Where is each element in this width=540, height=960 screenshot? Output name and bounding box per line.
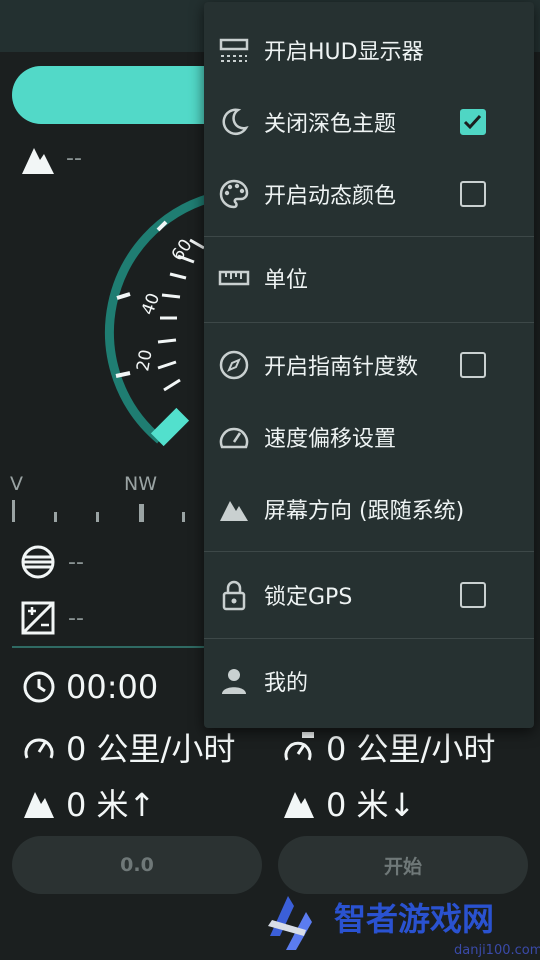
start-button-label: 开始 [383, 855, 422, 878]
hud-icon [218, 34, 250, 66]
speedometer-icon [218, 421, 250, 453]
menu-divider [204, 236, 534, 237]
stat-avg-speed: 0 公里/小时 [22, 724, 235, 770]
menu-item-profile[interactable]: 我的 [204, 645, 534, 717]
reset-button-label: 0.0 [120, 854, 154, 876]
stat-avg-speed-value: 0 公里/小时 [66, 730, 236, 768]
site-watermark: 智者游戏网 danji100.com [268, 896, 540, 958]
menu-item-units[interactable]: 单位 [204, 242, 534, 314]
globe-icon [21, 545, 55, 579]
stat-ascent-value: 0 米↑ [66, 786, 156, 824]
palette-icon [218, 178, 250, 210]
compass-degrees-checkbox[interactable] [460, 352, 486, 378]
start-button[interactable]: 开始 [278, 836, 528, 894]
menu-item-label: 单位 [264, 268, 309, 293]
clock-icon [23, 671, 55, 703]
menu-item-label: 开启HUD显示器 [264, 40, 424, 65]
menu-item-label: 关闭深色主题 [264, 112, 397, 137]
compass-strip: V NW [0, 470, 205, 530]
info-value: -- [68, 549, 84, 575]
menu-divider [204, 551, 534, 552]
stat-ascent: 0 米↑ [22, 780, 155, 826]
compass-label-west: V [10, 473, 23, 495]
stat-descent-value: 0 米↓ [326, 786, 416, 824]
stat-time: 00:00 [22, 668, 158, 706]
dynamic-color-checkbox[interactable] [460, 181, 486, 207]
menu-item-compass-degrees[interactable]: 开启指南针度数 [204, 329, 534, 401]
speedometer-icon [24, 738, 54, 759]
gauge-tick-label: 40 [138, 291, 164, 318]
menu-item-label: 屏幕方向 (跟随系统) [264, 499, 465, 524]
info-row-slope: -- [20, 600, 84, 636]
mountain-icon [284, 792, 314, 818]
watermark-url: danji100.com [454, 943, 540, 958]
stat-max-speed-value: 0 公里/小时 [326, 730, 496, 768]
menu-divider [204, 322, 534, 323]
info-row-globe: -- [20, 544, 84, 580]
menu-item-label: 速度偏移设置 [264, 427, 397, 452]
lock-gps-checkbox[interactable] [460, 582, 486, 608]
person-icon [218, 665, 250, 697]
menu-item-label: 锁定GPS [264, 585, 353, 610]
compass-label-northwest: NW [124, 473, 157, 495]
compass-icon [218, 349, 250, 381]
dark-theme-checkbox[interactable] [460, 109, 486, 135]
menu-item-label: 开启指南针度数 [264, 355, 419, 380]
menu-item-dynamic-color[interactable]: 开启动态颜色 [204, 158, 534, 230]
reset-button[interactable]: 0.0 [12, 836, 262, 894]
gauge-tick-label: 20 [133, 348, 156, 373]
stat-max-speed: 0 公里/小时 [282, 724, 495, 770]
menu-divider [204, 638, 534, 639]
menu-item-label: 我的 [264, 671, 309, 696]
menu-item-hud[interactable]: 开启HUD显示器 [204, 14, 534, 86]
menu-item-screen-orientation[interactable]: 屏幕方向 (跟随系统) [204, 473, 534, 545]
menu-item-speed-offset[interactable]: 速度偏移设置 [204, 401, 534, 473]
mountain-icon [218, 493, 250, 525]
overflow-menu: 开启HUD显示器 关闭深色主题 开启动态颜色 单位 开启指南针度数 速度偏移设置… [204, 2, 534, 728]
moon-icon [218, 106, 250, 138]
mountain-icon [24, 792, 54, 818]
stat-time-value: 00:00 [66, 668, 159, 706]
slope-icon [21, 601, 55, 635]
max-speed-icon [284, 732, 314, 761]
menu-item-dark-theme[interactable]: 关闭深色主题 [204, 86, 534, 158]
ruler-icon [218, 262, 250, 294]
menu-item-lock-gps[interactable]: 锁定GPS [204, 559, 534, 631]
menu-item-label: 开启动态颜色 [264, 184, 397, 209]
info-value: -- [68, 605, 84, 631]
stat-descent: 0 米↓ [282, 780, 415, 826]
watermark-text: 智者游戏网 [334, 900, 494, 938]
lock-icon [218, 579, 250, 611]
